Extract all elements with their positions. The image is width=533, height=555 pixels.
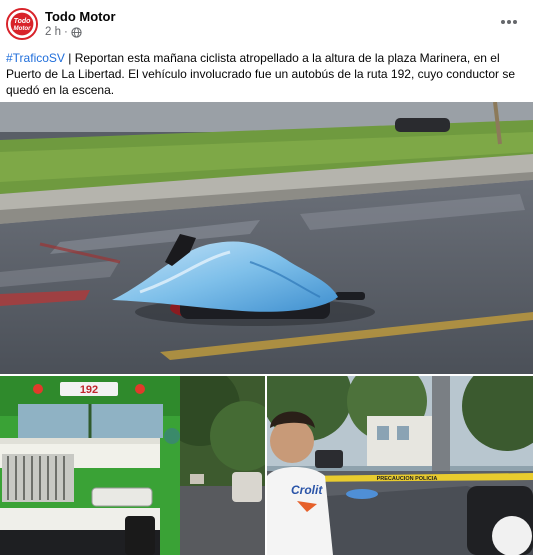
photo-bus[interactable]: 192	[0, 376, 265, 555]
more-options-icon	[501, 20, 505, 24]
caution-tape-text: PRECAUCION POLICIA	[377, 476, 438, 482]
meta-separator: ·	[64, 26, 68, 38]
more-options-button[interactable]	[499, 12, 519, 32]
post-body-text: | Reportan esta mañana ciclista atropell…	[6, 51, 516, 97]
page-avatar[interactable]: Todo Motor	[6, 8, 38, 40]
avatar-logo-text-2: Motor	[14, 25, 32, 32]
globe-icon	[71, 26, 82, 38]
avatar-logo-text-1: Todo	[14, 18, 32, 25]
post-message: #TraficoSV | Reportan esta mañana ciclis…	[6, 50, 526, 98]
post-header: Todo Motor Todo Motor 2 h ·	[0, 0, 533, 44]
hashtag-link[interactable]: #TraficoSV	[6, 51, 65, 65]
page-name-link[interactable]: Todo Motor	[45, 9, 116, 24]
shirt-text: Crolit	[291, 483, 323, 497]
post-meta: 2 h ·	[45, 26, 82, 38]
bus-route-sign: 192	[80, 384, 98, 396]
photo-main[interactable]	[0, 102, 533, 374]
photo-scene[interactable]: PRECAUCION POLICIA Crolit	[267, 376, 533, 555]
post-timestamp[interactable]: 2 h	[45, 26, 61, 38]
